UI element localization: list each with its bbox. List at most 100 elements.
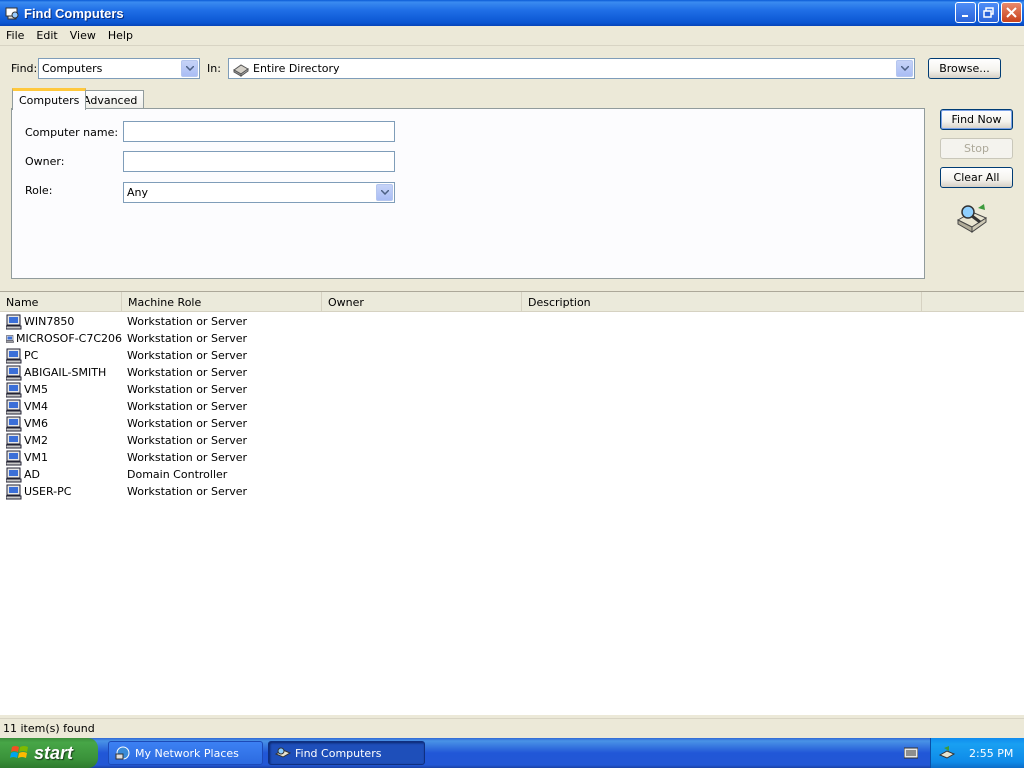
system-tray: 2:55 PM	[930, 738, 1024, 768]
computer-icon	[6, 348, 22, 363]
windows-logo-icon	[10, 746, 28, 758]
computer-icon	[6, 314, 22, 329]
row-role: Workstation or Server	[127, 485, 248, 498]
computer-icon	[6, 433, 22, 448]
window-title: Find Computers	[24, 5, 124, 21]
row-role: Workstation or Server	[127, 400, 248, 413]
minimize-icon	[961, 14, 968, 17]
taskbar-item-my-network-places[interactable]: My Network Places	[108, 741, 263, 765]
taskbar: start My Network Places Find Computers 2…	[0, 738, 1024, 768]
row-name: VM4	[24, 400, 49, 413]
table-row[interactable]: VM2 Workstation or Server	[0, 432, 322, 449]
row-name: AD	[24, 468, 40, 481]
keyboard-icon[interactable]	[904, 747, 918, 759]
row-role: Workstation or Server	[127, 349, 248, 362]
role-value: Any	[127, 186, 149, 199]
list-header: Name Machine Role Owner Description	[0, 292, 1024, 312]
computer-icon	[6, 484, 22, 499]
row-role: Workstation or Server	[127, 417, 248, 430]
start-button[interactable]: start	[0, 738, 98, 768]
find-type-value: Computers	[42, 62, 103, 75]
taskbar-item-find-computers[interactable]: Find Computers	[268, 741, 425, 765]
title-bar[interactable]: Find Computers	[0, 0, 1024, 26]
column-header-name[interactable]: Name	[0, 292, 122, 312]
status-text: 11 item(s) found	[3, 722, 95, 735]
clear-all-button[interactable]: Clear All	[940, 167, 1013, 188]
clock: 2:55 PM	[969, 746, 1014, 760]
table-row[interactable]: VM4 Workstation or Server	[0, 398, 322, 415]
results-list[interactable]: Name Machine Role Owner Description WIN7…	[0, 291, 1024, 715]
computer-icon	[6, 399, 22, 414]
role-select[interactable]: Any	[123, 182, 395, 203]
tab-computers[interactable]: Computers	[12, 88, 87, 110]
find-now-button[interactable]: Find Now	[940, 109, 1013, 130]
row-role: Workstation or Server	[127, 366, 248, 379]
task-label: Find Computers	[295, 746, 382, 760]
browse-button[interactable]: Browse...	[928, 58, 1001, 79]
column-header-machine-role[interactable]: Machine Role	[122, 292, 322, 312]
menu-view[interactable]: View	[64, 29, 102, 42]
search-animation-icon	[956, 204, 988, 233]
computer-icon	[6, 416, 22, 431]
table-row[interactable]: MICROSOF-C7C206 Workstation or Server	[0, 330, 322, 347]
close-icon	[1006, 7, 1017, 18]
table-row[interactable]: VM6 Workstation or Server	[0, 415, 322, 432]
table-row[interactable]: AD Domain Controller	[0, 466, 322, 483]
network-places-icon	[115, 746, 130, 760]
table-row[interactable]: ABIGAIL-SMITH Workstation or Server	[0, 364, 322, 381]
owner-input[interactable]	[123, 151, 395, 172]
computer-name-input[interactable]	[123, 121, 395, 142]
menu-file[interactable]: File	[0, 29, 30, 42]
start-label: start	[34, 742, 74, 763]
close-button[interactable]	[1001, 2, 1022, 23]
computer-icon	[6, 467, 22, 482]
row-name: MICROSOF-C7C206	[15, 332, 122, 345]
chevron-down-icon[interactable]	[376, 184, 393, 201]
chevron-down-icon[interactable]	[896, 60, 913, 77]
in-location-value: Entire Directory	[253, 62, 340, 75]
row-role: Workstation or Server	[127, 434, 248, 447]
minimize-button[interactable]	[955, 2, 976, 23]
stop-button[interactable]: Stop	[940, 138, 1013, 159]
row-role: Workstation or Server	[127, 451, 248, 464]
table-row[interactable]: WIN7850 Workstation or Server	[0, 313, 322, 330]
computer-icon	[6, 450, 22, 465]
chevron-down-icon[interactable]	[181, 60, 198, 77]
table-row[interactable]: VM1 Workstation or Server	[0, 449, 322, 466]
result-rows: WIN7850 Workstation or Server MICROSOF-C…	[0, 313, 322, 500]
in-label: In:	[207, 62, 221, 75]
menu-edit[interactable]: Edit	[30, 29, 63, 42]
find-type-select[interactable]: Computers	[38, 58, 200, 79]
find-label: Find:	[11, 62, 38, 75]
row-name: ABIGAIL-SMITH	[24, 366, 107, 379]
table-row[interactable]: PC Workstation or Server	[0, 347, 322, 364]
in-location-select[interactable]: Entire Directory	[228, 58, 915, 79]
row-name: USER-PC	[24, 485, 72, 498]
network-tray-icon[interactable]	[939, 745, 955, 761]
maximize-button[interactable]	[978, 2, 999, 23]
row-role: Workstation or Server	[127, 315, 248, 328]
computer-icon	[6, 334, 14, 343]
role-label: Role:	[25, 184, 53, 197]
row-name: WIN7850	[24, 315, 75, 328]
column-header-description[interactable]: Description	[522, 292, 922, 312]
computer-icon	[6, 382, 22, 397]
computer-name-label: Computer name:	[25, 126, 119, 139]
table-row[interactable]: VM5 Workstation or Server	[0, 381, 322, 398]
row-name: VM1	[24, 451, 49, 464]
row-name: PC	[24, 349, 39, 362]
column-header-owner[interactable]: Owner	[322, 292, 522, 312]
table-row[interactable]: USER-PC Workstation or Server	[0, 483, 322, 500]
menu-bar: File Edit View Help	[0, 26, 1024, 46]
row-name: VM6	[24, 417, 49, 430]
directory-icon	[233, 63, 249, 77]
menu-help[interactable]: Help	[102, 29, 139, 42]
task-label: My Network Places	[135, 746, 239, 760]
row-name: VM2	[24, 434, 49, 447]
restore-icon	[983, 7, 994, 18]
find-computers-icon	[5, 7, 19, 20]
row-role: Domain Controller	[127, 468, 228, 481]
row-role: Workstation or Server	[127, 383, 248, 396]
status-bar: 11 item(s) found	[0, 718, 1024, 738]
computer-icon	[6, 365, 22, 380]
